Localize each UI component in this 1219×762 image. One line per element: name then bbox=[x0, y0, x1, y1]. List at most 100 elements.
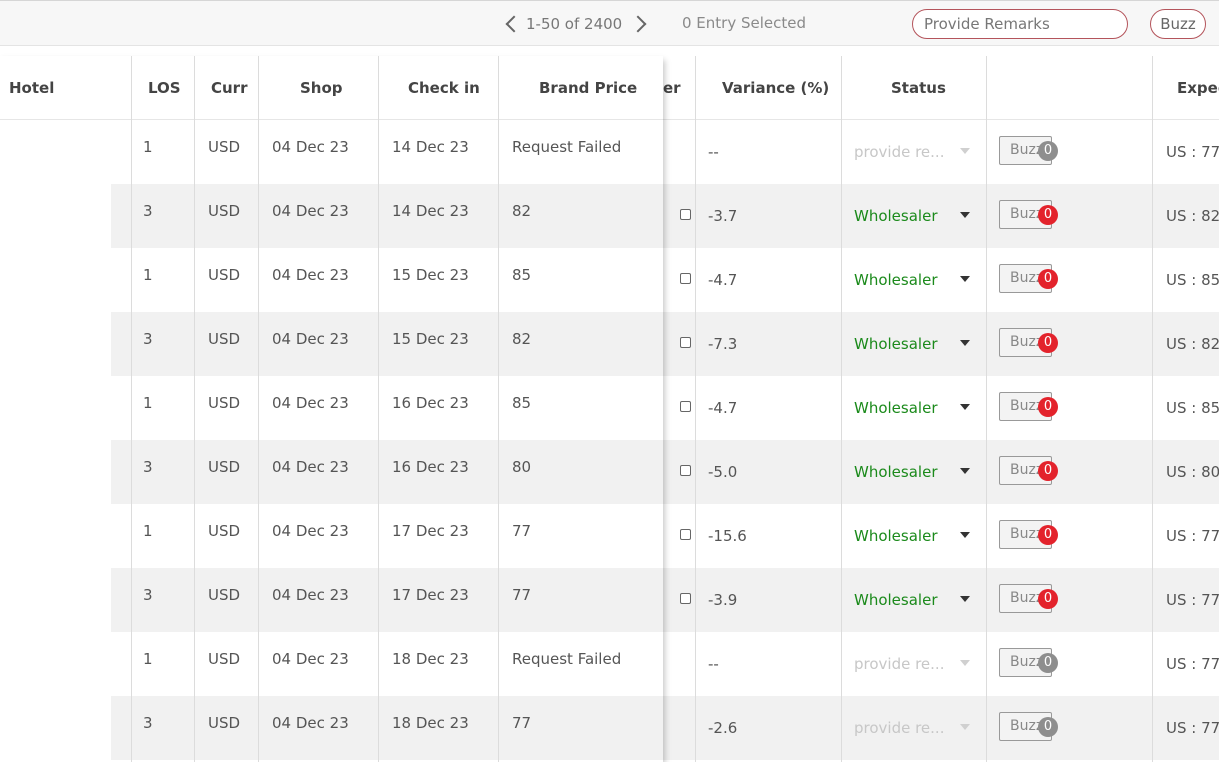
checkin-date-cell: 15 Dec 23 bbox=[392, 330, 469, 348]
status-dropdown[interactable]: Wholesaler bbox=[854, 527, 937, 545]
expedia-price-cell: US : 77 bbox=[1166, 527, 1219, 545]
column-header-variance[interactable]: Variance (%) bbox=[722, 56, 829, 120]
column-header-partial: er bbox=[663, 79, 681, 97]
status-dropdown[interactable]: Wholesaler bbox=[854, 271, 937, 289]
buzz-count-badge: 0 bbox=[1038, 269, 1058, 289]
brand-price-cell: 82 bbox=[512, 202, 532, 220]
column-divider bbox=[194, 56, 195, 762]
los-cell: 3 bbox=[143, 458, 153, 476]
variance-cell: -3.7 bbox=[708, 207, 738, 225]
chevron-left-icon[interactable] bbox=[505, 15, 523, 33]
variance-cell: -- bbox=[708, 655, 719, 673]
buzz-count-badge: 0 bbox=[1038, 525, 1058, 545]
currency-cell: USD bbox=[208, 330, 241, 348]
status-dropdown[interactable]: provide re... bbox=[854, 143, 944, 161]
column-header-shop[interactable]: Shop bbox=[300, 56, 343, 120]
checkin-date-cell: 16 Dec 23 bbox=[392, 394, 469, 412]
expedia-price-cell: US : 77 bbox=[1166, 591, 1219, 609]
buzz-count-badge: 0 bbox=[1038, 653, 1058, 673]
caret-down-icon[interactable] bbox=[960, 468, 970, 474]
status-dropdown[interactable]: Wholesaler bbox=[854, 463, 937, 481]
shop-date-cell: 04 Dec 23 bbox=[272, 714, 349, 732]
brand-price-cell: 77 bbox=[512, 586, 532, 604]
column-header-los[interactable]: LOS bbox=[148, 56, 181, 120]
status-dropdown[interactable]: provide re... bbox=[854, 719, 944, 737]
variance-cell: -15.6 bbox=[708, 527, 747, 545]
caret-down-icon[interactable] bbox=[960, 148, 970, 154]
selection-count: 0 Entry Selected bbox=[682, 14, 807, 32]
brand-price-cell: Request Failed bbox=[512, 138, 622, 156]
column-header-expedia[interactable]: Exped bbox=[1177, 56, 1219, 120]
expedia-price-cell: US : 85 bbox=[1166, 399, 1219, 417]
los-cell: 1 bbox=[143, 266, 153, 284]
los-cell: 3 bbox=[143, 202, 153, 220]
shop-date-cell: 04 Dec 23 bbox=[272, 138, 349, 156]
variance-cell: -7.3 bbox=[708, 335, 738, 353]
buzz-count-badge: 0 bbox=[1038, 717, 1058, 737]
caret-down-icon[interactable] bbox=[960, 724, 970, 730]
status-dropdown[interactable]: Wholesaler bbox=[854, 591, 937, 609]
caret-down-icon[interactable] bbox=[960, 340, 970, 346]
currency-cell: USD bbox=[208, 586, 241, 604]
shop-date-cell: 04 Dec 23 bbox=[272, 266, 349, 284]
table-row bbox=[663, 440, 1219, 504]
checkin-date-cell: 14 Dec 23 bbox=[392, 138, 469, 156]
column-header-checkin[interactable]: Check in bbox=[408, 56, 480, 120]
column-header-hotel[interactable]: Hotel bbox=[9, 56, 54, 120]
remarks-input[interactable] bbox=[912, 9, 1128, 39]
pagination: 1-50 of 2400 bbox=[502, 13, 650, 35]
shop-date-cell: 04 Dec 23 bbox=[272, 650, 349, 668]
status-dropdown[interactable]: Wholesaler bbox=[854, 399, 937, 417]
los-cell: 3 bbox=[143, 714, 153, 732]
column-divider bbox=[131, 56, 132, 762]
variance-cell: -- bbox=[708, 143, 719, 161]
variance-cell: -3.9 bbox=[708, 591, 738, 609]
row-checkbox[interactable] bbox=[680, 593, 691, 604]
caret-down-icon[interactable] bbox=[960, 660, 970, 666]
currency-cell: USD bbox=[208, 650, 241, 668]
expedia-price-cell: US : 80 bbox=[1166, 463, 1219, 481]
status-dropdown[interactable]: Wholesaler bbox=[854, 335, 937, 353]
buzz-count-badge: 0 bbox=[1038, 461, 1058, 481]
row-checkbox[interactable] bbox=[680, 209, 691, 220]
row-checkbox[interactable] bbox=[680, 529, 691, 540]
caret-down-icon[interactable] bbox=[960, 532, 970, 538]
shop-date-cell: 04 Dec 23 bbox=[272, 202, 349, 220]
status-dropdown[interactable]: provide re... bbox=[854, 655, 944, 673]
column-header-brand-price[interactable]: Brand Price bbox=[539, 56, 637, 120]
shop-date-cell: 04 Dec 23 bbox=[272, 586, 349, 604]
checkin-date-cell: 14 Dec 23 bbox=[392, 202, 469, 220]
top-toolbar: 1-50 of 2400 0 Entry Selected Buzz bbox=[0, 0, 1219, 46]
row-checkbox[interactable] bbox=[680, 401, 691, 412]
column-header-status[interactable]: Status bbox=[891, 56, 946, 120]
table-row bbox=[663, 184, 1219, 248]
caret-down-icon[interactable] bbox=[960, 404, 970, 410]
buzz-count-badge: 0 bbox=[1038, 589, 1058, 609]
column-divider bbox=[841, 56, 842, 762]
caret-down-icon[interactable] bbox=[960, 596, 970, 602]
shop-date-cell: 04 Dec 23 bbox=[272, 522, 349, 540]
caret-down-icon[interactable] bbox=[960, 212, 970, 218]
variance-cell: -4.7 bbox=[708, 399, 738, 417]
column-divider bbox=[258, 56, 259, 762]
los-cell: 3 bbox=[143, 586, 153, 604]
status-dropdown[interactable]: Wholesaler bbox=[854, 207, 937, 225]
shop-date-cell: 04 Dec 23 bbox=[272, 394, 349, 412]
column-header-curr[interactable]: Curr bbox=[211, 56, 247, 120]
currency-cell: USD bbox=[208, 266, 241, 284]
buzz-count-badge: 0 bbox=[1038, 205, 1058, 225]
row-checkbox[interactable] bbox=[680, 337, 691, 348]
currency-cell: USD bbox=[208, 522, 241, 540]
buzz-button[interactable]: Buzz bbox=[1150, 9, 1206, 39]
caret-down-icon[interactable] bbox=[960, 276, 970, 282]
brand-price-cell: 80 bbox=[512, 458, 532, 476]
row-checkbox[interactable] bbox=[680, 465, 691, 476]
variance-cell: -4.7 bbox=[708, 271, 738, 289]
los-cell: 1 bbox=[143, 394, 153, 412]
column-divider bbox=[986, 56, 987, 762]
table-row bbox=[663, 568, 1219, 632]
chevron-right-icon[interactable] bbox=[629, 15, 647, 33]
variance-cell: -5.0 bbox=[708, 463, 738, 481]
shop-date-cell: 04 Dec 23 bbox=[272, 458, 349, 476]
row-checkbox[interactable] bbox=[680, 273, 691, 284]
